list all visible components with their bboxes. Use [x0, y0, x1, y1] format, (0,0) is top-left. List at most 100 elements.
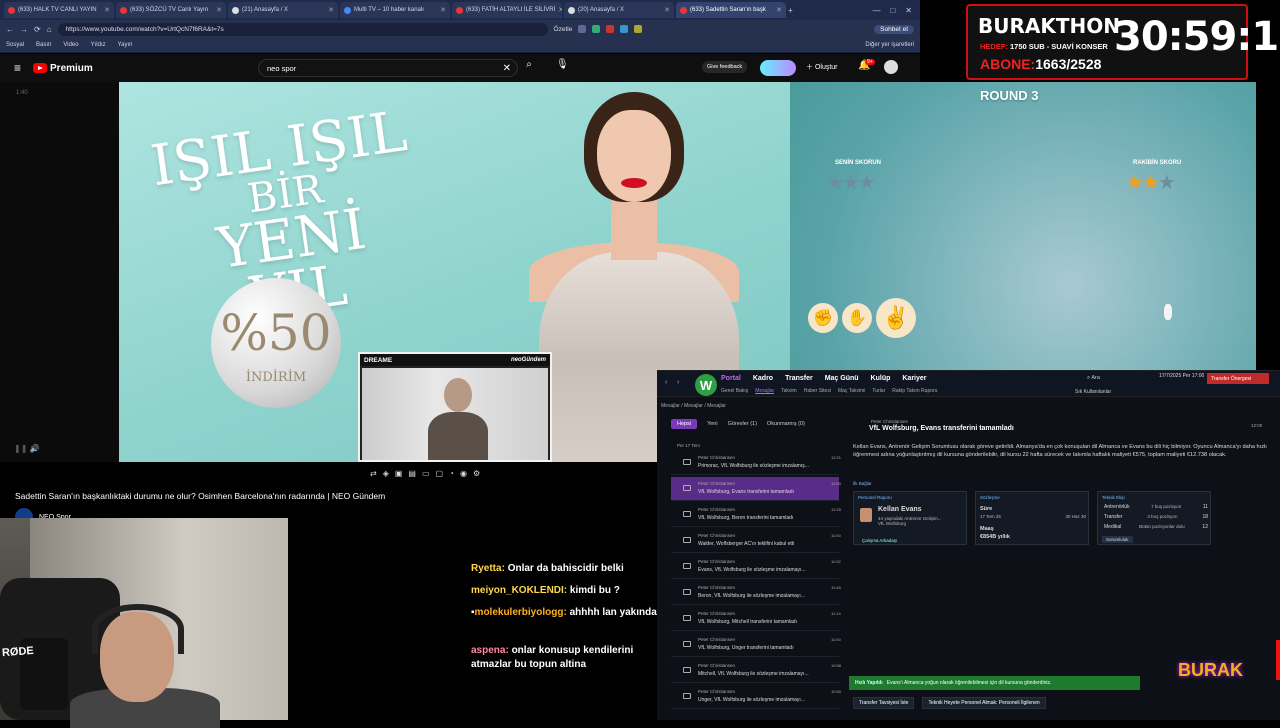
inbox-item[interactable]: Peter Christiansen Evans, VfL Wolfsburg i…: [671, 555, 841, 579]
audio-icon[interactable]: ◈: [383, 469, 389, 478]
inbox-item[interactable]: Peter Christiansen Beron, VfL Wolfsburg i…: [671, 581, 841, 605]
back-icon[interactable]: ‹: [665, 379, 667, 386]
scissors-icon[interactable]: ✌: [876, 298, 916, 338]
responsibility-button[interactable]: Sorumluluk: [1102, 536, 1133, 543]
staff-row[interactable]: Medikal Bütün pozisyonlar dolu 12: [1104, 524, 1208, 530]
browser-tab[interactable]: (633) FATİH ALTAYLI İLE SİLİVRİ ✕: [452, 2, 562, 18]
inbox-item[interactable]: Peter Christiansen Walder, Wolfsberger AC…: [671, 529, 841, 553]
search-input[interactable]: neo spor ✕: [258, 59, 518, 77]
extension-icon[interactable]: [634, 25, 643, 33]
maximize-icon[interactable]: □: [890, 6, 895, 15]
screenshot-icon[interactable]: ◉: [460, 469, 467, 478]
feedback-button[interactable]: Give feedback: [702, 61, 748, 73]
url-field[interactable]: https://www.youtube.com/watch?v=UrtQcN7f…: [57, 22, 548, 36]
bookmark-folder[interactable]: Yıldız: [91, 42, 106, 48]
staff-row[interactable]: Transfer 3 boş pozisyon 18: [1104, 514, 1208, 520]
bookmark-folder[interactable]: Basın: [36, 42, 51, 48]
close-icon[interactable]: ✕: [440, 6, 446, 14]
nav-portal[interactable]: Portal: [721, 375, 741, 382]
forward-icon[interactable]: →: [20, 25, 28, 34]
close-icon[interactable]: ✕: [104, 6, 110, 14]
speed-icon[interactable]: ◔: [449, 469, 454, 478]
staff-club[interactable]: VfL Wolfsburg: [878, 521, 906, 526]
browser-tab[interactable]: Multi TV – 10 haber kanalı ✕: [340, 2, 450, 18]
inbox-item[interactable]: Peter Christiansen VfL Wolfsburg, Mitchel…: [671, 607, 841, 631]
close-window-icon[interactable]: ✕: [905, 6, 912, 15]
search-icon[interactable]: ⌕: [520, 59, 538, 77]
nav-transfer[interactable]: Transfer: [785, 375, 813, 382]
back-icon[interactable]: ←: [6, 25, 14, 34]
chat-user[interactable]: meiyon_KOKLENDI:: [471, 585, 567, 596]
game-panel[interactable]: ROUND 3 SENİN SKORUN RAKİBİN SKORU ★★★ ★…: [790, 82, 1256, 372]
miniplayer-icon[interactable]: ▣: [395, 469, 403, 478]
close-icon[interactable]: ✕: [328, 6, 334, 14]
minimize-icon[interactable]: —: [872, 6, 880, 15]
microphone-icon[interactable]: 🎙: [556, 59, 569, 70]
club-logo[interactable]: W: [695, 374, 717, 396]
subnav-item[interactable]: Haber Sitesi: [804, 388, 831, 394]
extension-icon[interactable]: [606, 25, 615, 33]
notifications-icon[interactable]: 🔔 9+: [858, 59, 875, 71]
close-icon[interactable]: ✕: [776, 6, 782, 14]
close-icon[interactable]: ✕: [664, 6, 670, 14]
pip-icon[interactable]: ▢: [436, 469, 444, 478]
reload-icon[interactable]: ⟳: [34, 25, 41, 34]
staff-report-card[interactable]: Personel Raporu Kellan Evans 44 yaşındak…: [853, 491, 967, 545]
avatar[interactable]: [884, 60, 898, 74]
subnav-item[interactable]: Rakip Takım Raporu: [892, 388, 937, 394]
tab-tasks[interactable]: Görevler (1): [728, 421, 757, 427]
fm-search[interactable]: ⌕ Ara: [1087, 375, 1100, 382]
close-icon[interactable]: ✕: [558, 6, 562, 14]
tab-unread[interactable]: Okunmamış (0): [767, 421, 805, 427]
subnav-item[interactable]: Takvim: [781, 388, 797, 394]
other-bookmarks[interactable]: Diğer yer işaretleri: [865, 42, 914, 48]
inbox-item[interactable]: Peter Christiansen Unger, VfL Wolfsburg i…: [671, 685, 841, 709]
colleague-link[interactable]: Çalışma Arkadaşı: [862, 538, 897, 543]
subnav-item[interactable]: Turlar: [872, 388, 885, 394]
chat-user[interactable]: Ryetta:: [471, 563, 505, 574]
close-icon[interactable]: ✕: [216, 6, 222, 14]
paper-icon[interactable]: ✋: [842, 303, 872, 333]
nav-kariyer[interactable]: Kariyer: [902, 375, 926, 382]
home-icon[interactable]: ⌂: [47, 25, 52, 34]
bookmark-folder[interactable]: Video: [63, 42, 78, 48]
chat-user[interactable]: aspena:: [471, 645, 509, 656]
continue-button[interactable]: Transfer Önergesi: [1207, 373, 1269, 384]
chat-user[interactable]: molekulerbiyologg:: [475, 607, 567, 618]
chat-button[interactable]: Sohbet et: [874, 24, 914, 34]
inbox-item[interactable]: Peter Christiansen Mitchell, VfL Wolfsbur…: [671, 659, 841, 683]
create-button[interactable]: ＋ Oluştur: [806, 62, 838, 72]
browser-tab-active[interactable]: (633) Sadettin Saran'ın başk ✕: [676, 2, 786, 18]
browser-tab[interactable]: (633) HALK TV CANLI YAYIN ✕: [4, 2, 114, 18]
new-tab-icon[interactable]: +: [788, 6, 793, 15]
autoplay-icon[interactable]: ⇄: [370, 469, 377, 478]
summarize-button[interactable]: Özetle: [554, 26, 573, 33]
subtitles-icon[interactable]: ▤: [408, 469, 416, 478]
inbox-item[interactable]: Peter Christiansen VfL Wolfsburg, Beron t…: [671, 503, 841, 527]
browser-tab[interactable]: (633) SÖZCÜ TV Canlı Yayın ✕: [116, 2, 226, 18]
nav-mac-gunu[interactable]: Maç Günü: [825, 375, 859, 382]
extension-icon[interactable]: [578, 25, 587, 33]
nav-kadro[interactable]: Kadro: [753, 375, 773, 382]
youtube-logo[interactable]: Premium: [33, 63, 93, 74]
theater-icon[interactable]: ▭: [422, 469, 430, 478]
subnav-item-active[interactable]: Mesajlar: [755, 388, 774, 394]
staff-action-button[interactable]: Teknik Heyete Personel Almak: Personeli …: [922, 697, 1046, 709]
tab-all[interactable]: Hepsi: [671, 419, 698, 429]
browser-tab[interactable]: (21) Anasayfa / X ✕: [228, 2, 338, 18]
favorites-menu[interactable]: Sık Kullanılanlar: [1075, 389, 1111, 395]
menu-icon[interactable]: ≡: [14, 61, 21, 75]
browser-tab[interactable]: (20) Anasayfa / X ✕: [564, 2, 674, 18]
staff-row[interactable]: Antrenörlük 7 boş pozisyon 11: [1104, 504, 1208, 510]
inbox-item[interactable]: Peter Christiansen Primorac, VfL Wolfsbur…: [671, 451, 841, 475]
extension-icon[interactable]: [620, 25, 629, 33]
bookmark-folder[interactable]: Yayın: [118, 42, 133, 48]
subnav-item[interactable]: Genel Bakış: [721, 388, 748, 394]
inbox-item-selected[interactable]: Peter Christiansen VfL Wolfsburg, Evans t…: [671, 477, 841, 501]
bookmark-folder[interactable]: Sosyal: [6, 42, 24, 48]
clear-icon[interactable]: ✕: [503, 63, 511, 74]
inbox-item[interactable]: Peter Christiansen VfL Wolfsburg, Unger t…: [671, 633, 841, 657]
forward-icon[interactable]: ›: [677, 379, 679, 386]
transfer-advice-button[interactable]: Transfer Tavsiyesi İste: [853, 697, 915, 709]
rock-icon[interactable]: ✊: [808, 303, 838, 333]
